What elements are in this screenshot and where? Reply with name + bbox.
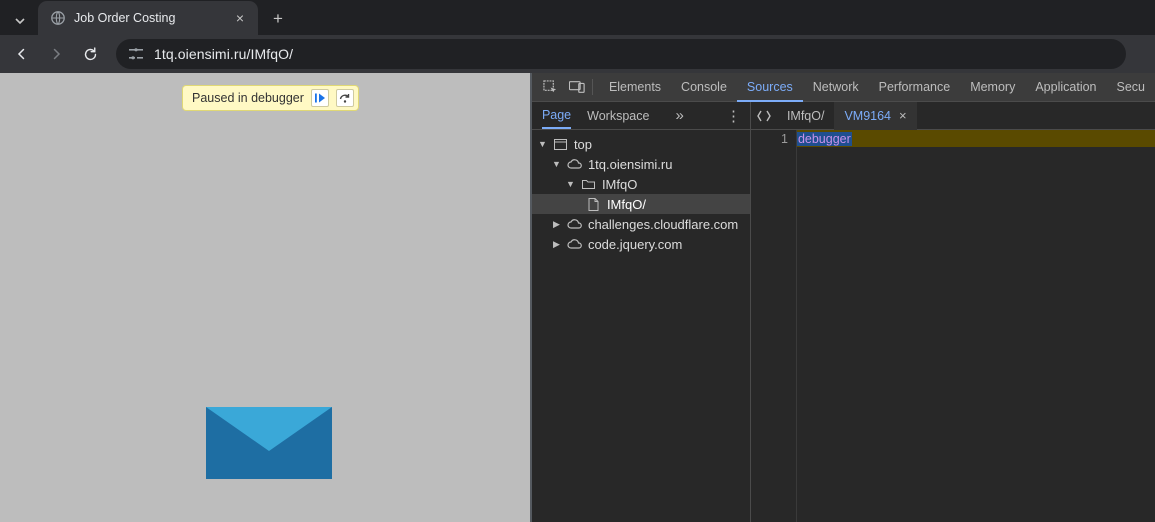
resume-button[interactable] [311,89,329,107]
tab-search-button[interactable] [6,7,34,35]
forward-button[interactable] [42,40,70,68]
close-icon[interactable]: × [899,108,907,123]
panel-memory[interactable]: Memory [960,73,1025,102]
tab-title: Job Order Costing [74,11,224,25]
tree-origin-jquery[interactable]: ▶ code.jquery.com [532,234,750,254]
panel-sources[interactable]: Sources [737,73,803,102]
step-over-button[interactable] [336,89,354,107]
browser-tab[interactable]: Job Order Costing × [38,1,258,35]
navigator-tab-workspace[interactable]: Workspace [587,109,649,123]
navigator-more-icon[interactable]: » [675,107,683,124]
file-icon [586,197,601,212]
window-icon [553,137,568,152]
envelope-icon [206,407,332,479]
tree-origin-cloudflare[interactable]: ▶ challenges.cloudflare.com [532,214,750,234]
cloud-icon [567,217,582,232]
inspect-element-button[interactable] [538,74,564,100]
site-settings-icon[interactable] [128,46,144,62]
tab-close-button[interactable]: × [232,10,248,26]
tree-top[interactable]: ▼ top [532,134,750,154]
device-toolbar-button[interactable] [564,74,590,100]
paused-in-debugger-overlay: Paused in debugger [182,85,359,111]
paused-label: Paused in debugger [192,91,304,105]
folder-icon [581,177,596,192]
code-tab-vm9164[interactable]: VM9164 × [834,102,916,130]
sources-navigator: Page Workspace » ⋮ ▼ top ▼ 1tq.oiensimi.… [532,102,751,522]
tree-origin-main[interactable]: ▼ 1tq.oiensimi.ru [532,154,750,174]
tree-file[interactable]: IMfqO/ [532,194,750,214]
code-editor: IMfqO/ VM9164 × 1 debugger [751,102,1155,522]
panel-elements[interactable]: Elements [599,73,671,102]
page-viewport: Paused in debugger [0,73,532,522]
code-tab-imfqo[interactable]: IMfqO/ [777,102,835,130]
file-nav-icon[interactable] [751,109,777,123]
devtools-panel: Elements Console Sources Network Perform… [532,73,1155,522]
panel-network[interactable]: Network [803,73,869,102]
back-button[interactable] [8,40,36,68]
navigator-menu-icon[interactable]: ⋮ [726,107,742,125]
devtools-tabbar: Elements Console Sources Network Perform… [532,73,1155,102]
cloud-icon [567,157,582,172]
panel-security[interactable]: Secu [1107,73,1155,102]
globe-icon [50,10,66,26]
new-tab-button[interactable]: + [264,5,292,33]
reload-button[interactable] [76,40,104,68]
url-text: 1tq.oiensimi.ru/IMfqO/ [154,46,293,62]
panel-application[interactable]: Application [1025,73,1106,102]
tree-folder[interactable]: ▼ IMfqO [532,174,750,194]
panel-console[interactable]: Console [671,73,737,102]
address-bar[interactable]: 1tq.oiensimi.ru/IMfqO/ [116,39,1126,69]
line-gutter: 1 [751,130,797,522]
cloud-icon [567,237,582,252]
panel-performance[interactable]: Performance [869,73,961,102]
file-tree: ▼ top ▼ 1tq.oiensimi.ru ▼ IMfqO [532,130,750,254]
navigator-tab-page[interactable]: Page [542,108,571,129]
code-content[interactable]: debugger [797,130,1155,522]
